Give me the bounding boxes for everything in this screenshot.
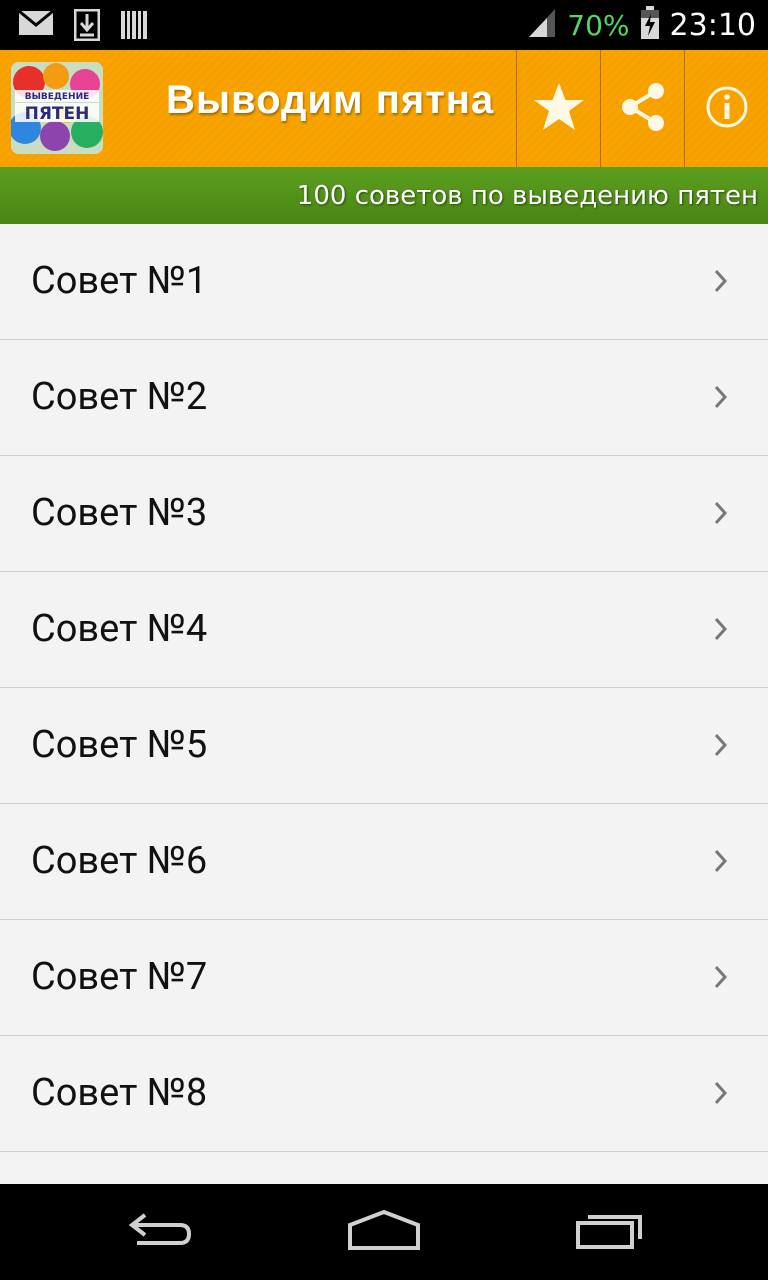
clock: 23:10 (669, 7, 756, 43)
chevron-right-icon (712, 615, 730, 647)
recent-apps-button[interactable] (550, 1204, 670, 1260)
chevron-right-icon (712, 499, 730, 531)
favorites-button[interactable] (516, 50, 600, 167)
app-title: Выводим пятна (166, 78, 495, 122)
barcode-icon (120, 9, 148, 41)
back-button[interactable] (100, 1204, 220, 1260)
list-item[interactable]: Совет №5 (0, 688, 768, 804)
info-icon (705, 85, 749, 133)
download-icon (73, 8, 101, 42)
list-item[interactable]: Совет №8 (0, 1036, 768, 1152)
app-logo[interactable]: ВЫВЕДЕНИЕ ПЯТЕН (11, 62, 103, 154)
list-item-label: Совет №2 (31, 375, 208, 419)
screen: 70% 23:10 ВЫВЕДЕНИЕ ПЯТЕН Выводим пятна … (0, 0, 768, 1280)
list-item-label: Совет №1 (31, 259, 208, 303)
list-item[interactable]: Совет №6 (0, 804, 768, 920)
list-item-label: Совет №7 (31, 955, 208, 999)
logo-text-top: ВЫВЕДЕНИЕ (25, 92, 90, 102)
signal-icon (527, 7, 557, 43)
status-bar-notifications (18, 8, 148, 42)
battery-icon (640, 6, 660, 44)
list-item-label: Совет №5 (31, 723, 208, 767)
list-item-label: Совет №3 (31, 491, 208, 535)
status-bar-system: 70% 23:10 (527, 6, 756, 44)
share-button[interactable] (600, 50, 684, 167)
home-button[interactable] (324, 1204, 444, 1260)
home-icon (346, 1209, 422, 1255)
star-icon (532, 81, 586, 137)
back-icon (125, 1210, 195, 1254)
chevron-right-icon (712, 383, 730, 415)
share-icon (619, 81, 667, 137)
list-item-partial[interactable] (0, 1152, 768, 1184)
logo-text-bottom: ПЯТЕН (25, 104, 90, 124)
chevron-right-icon (712, 847, 730, 879)
chevron-right-icon (712, 963, 730, 995)
subtitle-bar: 100 советов по выведению пятен (0, 167, 768, 224)
list-item-label: Совет №4 (31, 607, 208, 651)
list-item[interactable]: Совет №1 (0, 224, 768, 340)
list-item[interactable]: Совет №7 (0, 920, 768, 1036)
mail-icon (18, 9, 54, 41)
status-bar: 70% 23:10 (0, 0, 768, 50)
chevron-right-icon (712, 731, 730, 763)
action-bar: ВЫВЕДЕНИЕ ПЯТЕН Выводим пятна (0, 50, 768, 167)
list-item-label: Совет №8 (31, 1071, 208, 1115)
chevron-right-icon (712, 1079, 730, 1111)
chevron-right-icon (712, 267, 730, 299)
subtitle: 100 советов по выведению пятен (296, 181, 758, 211)
list-item-label: Совет №6 (31, 839, 208, 883)
navigation-bar (0, 1184, 768, 1280)
battery-percent: 70% (567, 8, 630, 42)
info-button[interactable] (684, 50, 768, 167)
tips-list[interactable]: Совет №1 Совет №2 Совет №3 Совет №4 Сове… (0, 224, 768, 1184)
list-item[interactable]: Совет №4 (0, 572, 768, 688)
list-item[interactable]: Совет №3 (0, 456, 768, 572)
recent-apps-icon (574, 1209, 646, 1255)
list-item[interactable]: Совет №2 (0, 340, 768, 456)
